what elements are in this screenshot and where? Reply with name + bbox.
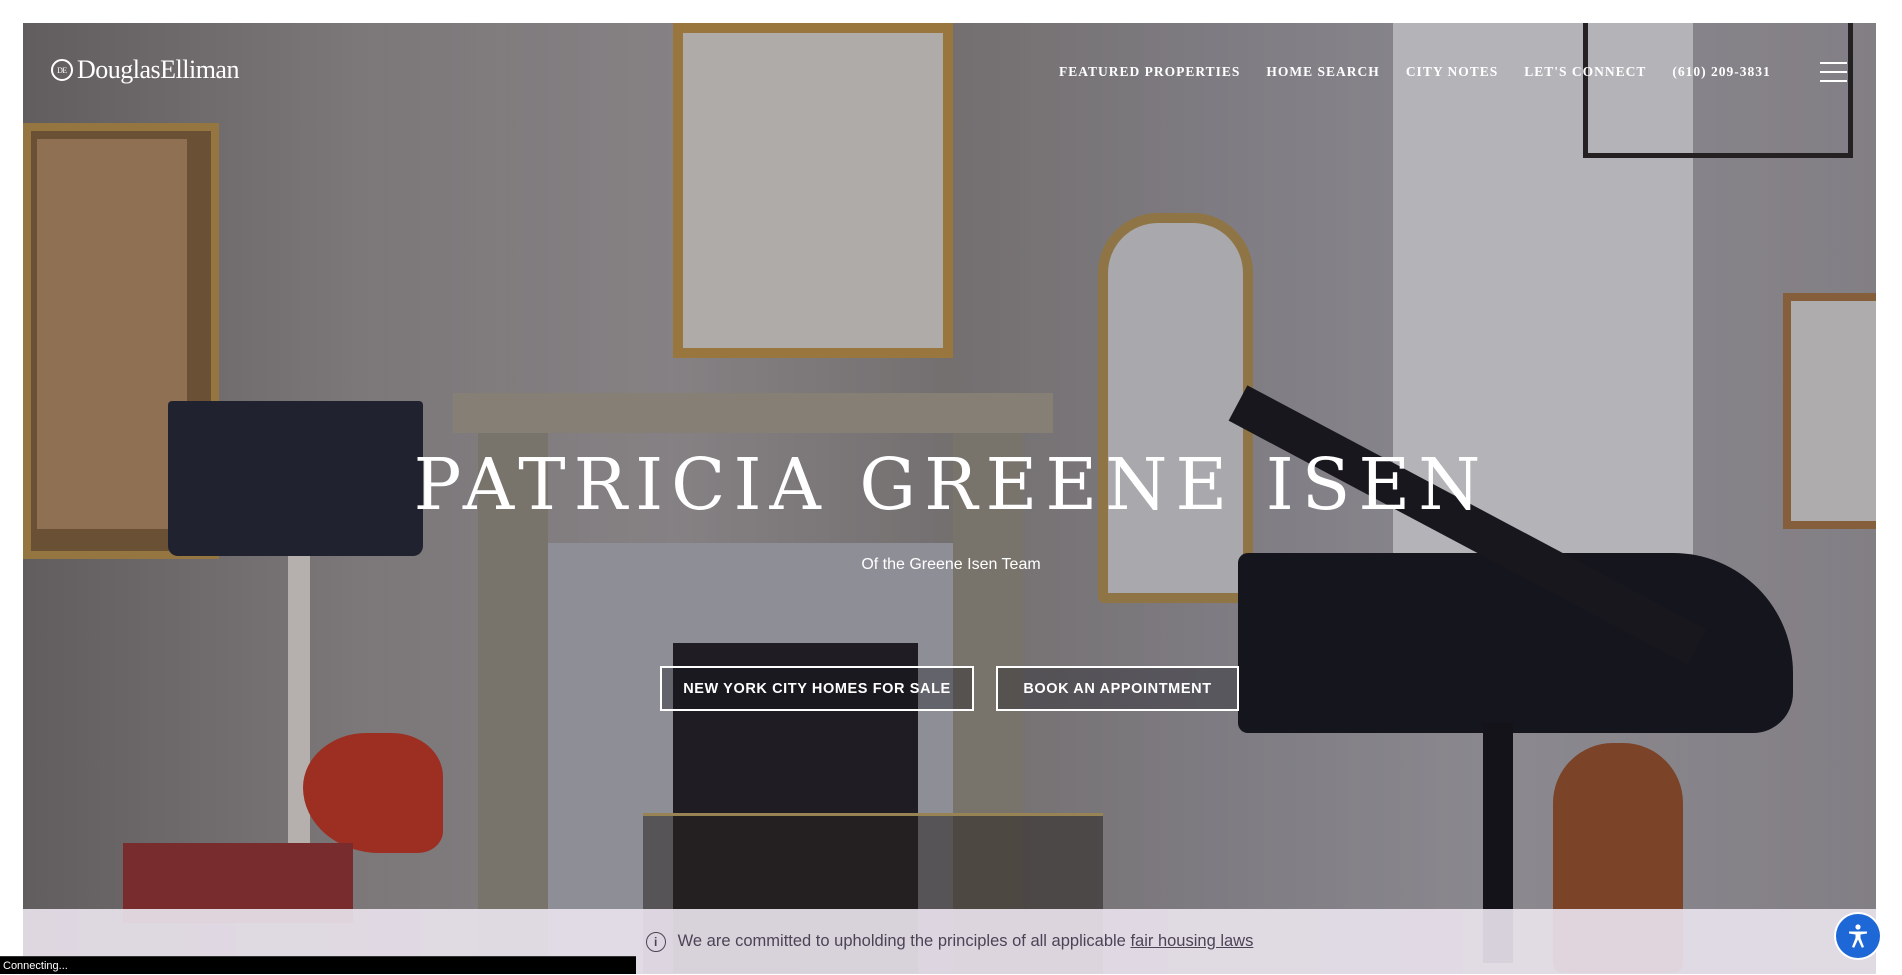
notice-text: We are committed to upholding the princi…	[678, 932, 1254, 951]
info-icon: i	[645, 931, 666, 952]
accessibility-icon	[1849, 924, 1867, 948]
fair-housing-link[interactable]: fair housing laws	[1130, 932, 1253, 950]
nav-city-notes[interactable]: CITY NOTES	[1406, 64, 1498, 80]
hamburger-menu-icon[interactable]	[1820, 62, 1847, 82]
book-appointment-button[interactable]: BOOK AN APPOINTMENT	[996, 666, 1239, 711]
nav-lets-connect[interactable]: LET'S CONNECT	[1524, 64, 1646, 80]
nav-featured-properties[interactable]: FEATURED PROPERTIES	[1059, 64, 1240, 80]
browser-status-bar: Connecting...	[0, 956, 636, 974]
nav-phone-link[interactable]: (610) 209-3831	[1672, 64, 1770, 80]
hamburger-line	[1820, 62, 1847, 64]
logo-text: DouglasElliman	[77, 55, 239, 84]
notice-text-body: We are committed to upholding the princi…	[677, 932, 1126, 950]
hamburger-line	[1820, 80, 1847, 82]
accessibility-button[interactable]	[1836, 914, 1880, 958]
hamburger-line	[1820, 71, 1847, 73]
nav-home-search[interactable]: HOME SEARCH	[1266, 64, 1379, 80]
logo-mark-icon: DE	[51, 59, 73, 81]
hero-title: PATRICIA GREENE ISEN	[413, 443, 1489, 526]
main-nav: FEATURED PROPERTIES HOME SEARCH CITY NOT…	[1059, 64, 1771, 80]
brand-logo[interactable]: DE DouglasElliman	[51, 55, 239, 85]
nyc-homes-for-sale-button[interactable]: NEW YORK CITY HOMES FOR SALE	[660, 666, 974, 711]
hero-subtitle: Of the Greene Isen Team	[861, 556, 1041, 573]
